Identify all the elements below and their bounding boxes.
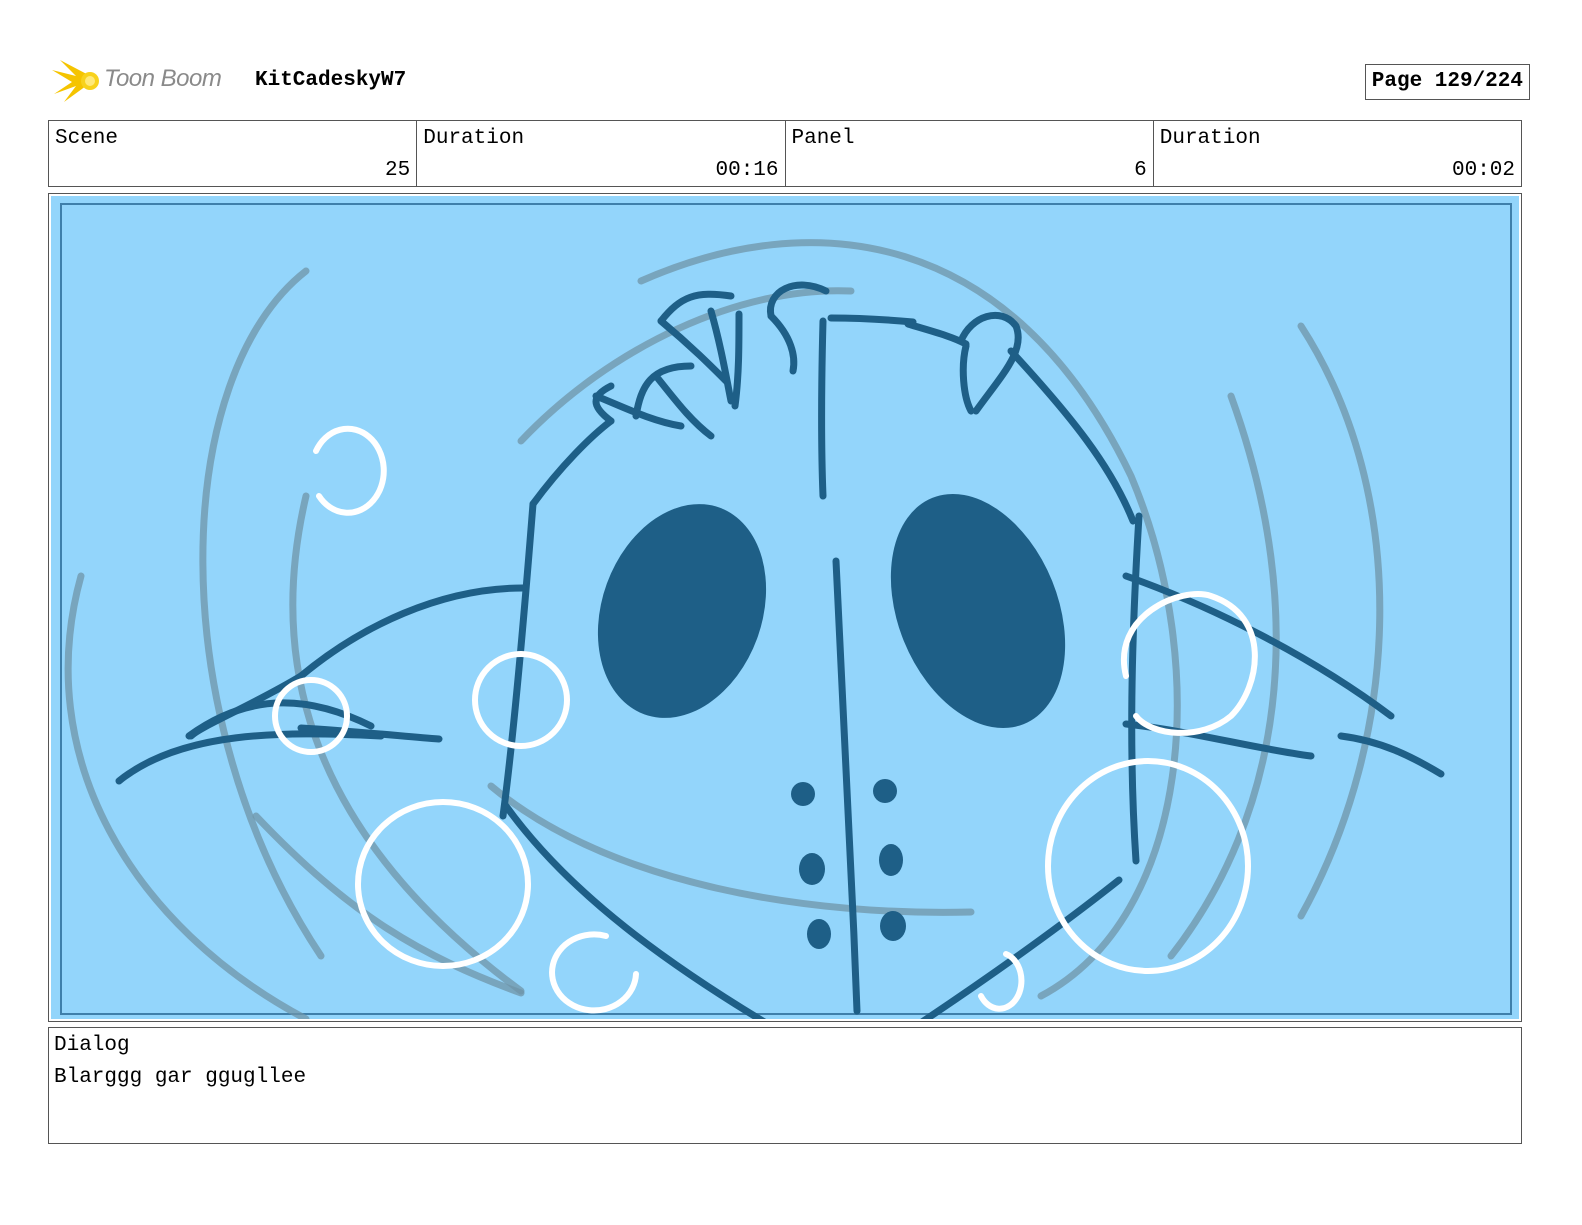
nostril-dot xyxy=(799,853,825,885)
panel-value: 6 xyxy=(1134,159,1147,182)
burst-icon xyxy=(52,60,99,102)
nostril-dot xyxy=(807,919,831,949)
page-indicator: Page 129/224 xyxy=(1364,64,1530,100)
panel-duration-label: Duration xyxy=(1159,127,1261,150)
scene-duration-value: 00:16 xyxy=(715,159,779,182)
dialog-box: Dialog Blarggg gar ggugllee xyxy=(48,1027,1522,1144)
panel-cell: Panel 6 xyxy=(786,121,1154,186)
panel-duration-value: 00:02 xyxy=(1451,159,1515,182)
scene-label: Scene xyxy=(55,127,119,150)
scene-duration-label: Duration xyxy=(423,127,525,150)
storyboard-panel xyxy=(48,193,1522,1022)
panel-drawing xyxy=(51,196,1519,1019)
project-title: KitCadeskyW7 xyxy=(255,69,407,92)
scene-value: 25 xyxy=(385,159,411,182)
dialog-text: Blarggg gar ggugllee xyxy=(54,1066,307,1089)
scene-info-table: Scene 25 Duration 00:16 Panel 6 Duration… xyxy=(48,120,1522,187)
nostril-dot xyxy=(880,911,906,941)
brand-name: Toon Boom xyxy=(104,65,222,92)
panel-duration-cell: Duration 00:02 xyxy=(1154,121,1521,186)
nostril-dot xyxy=(873,779,897,803)
page-header: Toon Boom KitCadeskyW7 Page 129/224 xyxy=(50,56,1530,106)
nostril-dot xyxy=(879,844,903,876)
scene-duration-cell: Duration 00:16 xyxy=(417,121,786,186)
nostril-dot xyxy=(791,782,815,806)
dialog-label: Dialog xyxy=(54,1034,130,1057)
panel-label: Panel xyxy=(791,127,855,150)
toon-boom-logo: Toon Boom xyxy=(50,56,240,106)
sky-background xyxy=(51,196,1519,1019)
scene-cell: Scene 25 xyxy=(49,121,418,186)
